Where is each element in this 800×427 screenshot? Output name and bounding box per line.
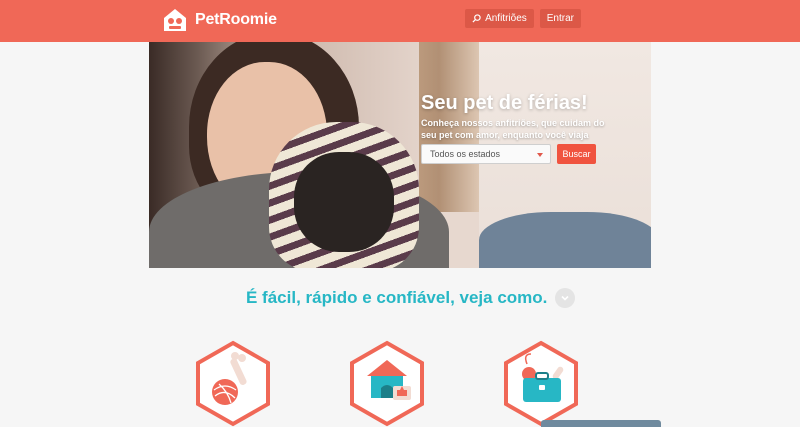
brand-logo[interactable]: PetRoomie [161,6,277,34]
hero-jeans [479,212,651,268]
hero-subtitle: Conheça nossos anfitriões, que cuidam do… [421,118,605,140]
caret-down-icon [537,153,543,157]
search-button[interactable]: Buscar [557,144,596,164]
suitcase-icon [504,340,578,427]
hero-dog [294,152,394,252]
state-select-value: Todos os estados [430,149,501,159]
brand-name: PetRoomie [195,11,277,28]
hosts-label: Anfitriões [485,13,527,24]
feedback-tab[interactable] [541,420,661,427]
how-it-works-header: É fácil, rápido e confiável, veja como. [246,288,576,308]
search-icon [472,14,481,23]
scroll-down-button[interactable] [555,288,576,308]
yarn-bone-icon [196,340,270,427]
chevron-down-icon [561,295,569,301]
house-pets-logo-icon [164,9,186,31]
doghouse-like-icon [350,340,424,427]
hosts-button[interactable]: Anfitriões [465,9,534,28]
top-nav: Anfitriões Entrar [465,9,581,28]
state-select[interactable]: Todos os estados [421,144,551,164]
hero-title: Seu pet de férias! [421,92,588,114]
top-navbar: PetRoomie Anfitriões Entrar [0,0,800,42]
login-button[interactable]: Entrar [539,9,581,28]
how-it-works-tagline: É fácil, rápido e confiável, veja como. [246,288,548,307]
